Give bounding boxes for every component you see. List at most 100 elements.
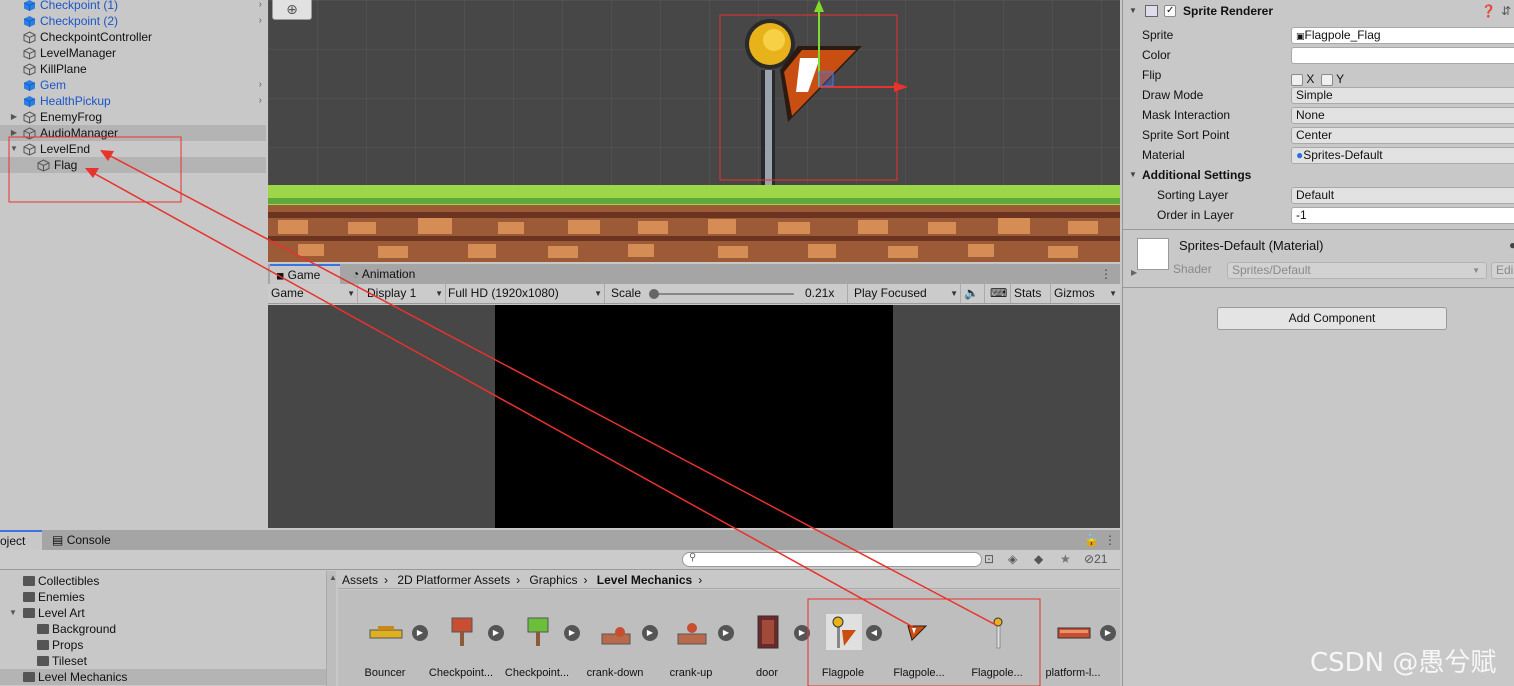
shader-dropdown[interactable]: Sprites/Default ▼: [1227, 262, 1487, 279]
folder-item[interactable]: Enemies: [0, 589, 326, 605]
scale-slider-track[interactable]: [654, 293, 794, 295]
game-mode-dropdown[interactable]: Game ▼: [268, 284, 358, 303]
hierarchy-item[interactable]: CheckpointController: [0, 29, 266, 45]
folder-item[interactable]: Props: [0, 637, 326, 653]
gizmos-dropdown[interactable]: Gizmos ▼: [1051, 284, 1119, 303]
sort-point-dropdown[interactable]: Center: [1291, 127, 1514, 144]
hierarchy-item[interactable]: ▶ AudioManager: [0, 125, 266, 141]
sorting-layer-dropdown[interactable]: Default: [1291, 187, 1514, 204]
mask-value: None: [1296, 108, 1325, 122]
tab-console[interactable]: ▤ Console: [46, 530, 126, 550]
asset-item[interactable]: ▶ door: [728, 590, 810, 686]
scale-slider-handle[interactable]: [649, 289, 659, 299]
folder-tree-scrollbar[interactable]: ▲: [326, 571, 337, 686]
order-in-layer-input[interactable]: -1: [1291, 207, 1514, 224]
asset-item[interactable]: ▶ crank-down: [576, 590, 658, 686]
chevron-right-icon[interactable]: ›: [259, 93, 262, 109]
tab-game[interactable]: ◼ Game: [270, 264, 340, 284]
color-swatch[interactable]: [1291, 47, 1514, 64]
hierarchy-item[interactable]: HealthPickup ›: [0, 93, 266, 109]
project-search-input[interactable]: ⚲: [682, 552, 982, 567]
tab-project-label: oject: [0, 534, 26, 548]
chevron-right-icon[interactable]: ›: [259, 77, 262, 93]
material-object-field[interactable]: ●Sprites-Default: [1291, 147, 1514, 164]
sprite-sort-point-row: Sprite Sort Point Center: [1123, 125, 1514, 145]
expand-sprite-icon[interactable]: ▶: [1100, 625, 1116, 641]
hierarchy-label: HealthPickup: [40, 94, 111, 108]
divider: [1123, 229, 1514, 230]
asset-item[interactable]: ▶ Bouncer: [346, 590, 428, 686]
asset-item[interactable]: Flagpole...: [958, 590, 1034, 686]
folder-item[interactable]: ▼ Level Art: [0, 605, 326, 621]
collapse-arrow-icon[interactable]: ▼: [9, 605, 17, 621]
game-mode-label: Game: [271, 286, 304, 300]
asset-item[interactable]: ▶ Checkpoint...: [422, 590, 504, 686]
speaker-icon: 🔈: [964, 286, 979, 300]
asset-item[interactable]: ▶ crank-up: [652, 590, 734, 686]
breadcrumb-item[interactable]: Assets: [342, 573, 378, 587]
folder-item[interactable]: Tileset: [0, 653, 326, 669]
additional-settings-header[interactable]: ▼ Additional Settings: [1123, 165, 1514, 185]
more-options-icon[interactable]: ⋮: [1100, 264, 1112, 284]
scene-orientation-button[interactable]: ⊕: [272, 0, 312, 20]
breadcrumb-item[interactable]: Level Mechanics: [597, 573, 692, 587]
collapse-arrow-icon[interactable]: ▼: [9, 141, 19, 157]
breadcrumb-item[interactable]: Graphics: [529, 573, 577, 587]
hierarchy-item[interactable]: Checkpoint (1) ›: [0, 0, 266, 13]
tab-project[interactable]: oject: [0, 530, 42, 550]
hierarchy-item[interactable]: Flag: [0, 157, 266, 173]
filter-type-icon[interactable]: ◈: [1008, 552, 1017, 566]
hidden-packages-button[interactable]: ⊘21: [1084, 552, 1107, 566]
stats-button[interactable]: Stats: [1011, 284, 1051, 303]
expand-arrow-icon[interactable]: ▶: [9, 125, 19, 141]
settings-icon[interactable]: ⇵: [1501, 1, 1511, 21]
hierarchy-item[interactable]: Gem ›: [0, 77, 266, 93]
sprite-object-field[interactable]: ▣Flagpole_Flag: [1291, 27, 1514, 44]
draw-mode-dropdown[interactable]: Simple: [1291, 87, 1514, 104]
display-dropdown[interactable]: Display 1 ▼: [364, 284, 446, 303]
mask-interaction-dropdown[interactable]: None: [1291, 107, 1514, 124]
shader-edit-button[interactable]: Edi: [1491, 262, 1514, 279]
more-options-icon[interactable]: ⋮: [1104, 530, 1116, 550]
asset-item[interactable]: ◀ Flagpole: [804, 590, 882, 686]
asset-name: Checkpoint...: [428, 667, 494, 679]
scene-view[interactable]: ⊕: [268, 0, 1120, 262]
game-view[interactable]: [268, 305, 1120, 528]
watermark: CSDN @愚兮赋: [1310, 648, 1497, 678]
folder-item[interactable]: Background: [0, 621, 326, 637]
keyboard-button[interactable]: ⌨: [987, 284, 1011, 303]
expand-arrow-icon[interactable]: ▶: [9, 109, 19, 125]
asset-item[interactable]: Flagpole...: [880, 590, 956, 686]
breadcrumb-item[interactable]: 2D Platformer Assets: [397, 573, 510, 587]
label-tag-icon[interactable]: ◆: [1034, 552, 1043, 566]
collapse-arrow-icon[interactable]: ▼: [1129, 1, 1137, 21]
collapse-arrow-icon[interactable]: ▼: [1129, 165, 1137, 185]
help-icon[interactable]: ❓: [1481, 1, 1496, 21]
hierarchy-item[interactable]: Checkpoint (2) ›: [0, 13, 266, 29]
component-header[interactable]: ▼ ✓ Sprite Renderer ❓ ⇵: [1123, 1, 1514, 21]
tab-animation[interactable]: ◔ Animation: [346, 264, 446, 284]
search-by-type-icon[interactable]: ⊡: [984, 552, 994, 566]
expand-arrow-icon[interactable]: ▶: [1131, 268, 1137, 277]
chevron-right-icon[interactable]: ›: [259, 13, 262, 29]
lock-icon[interactable]: 🔒: [1084, 530, 1099, 550]
hierarchy-item[interactable]: LevelManager: [0, 45, 266, 61]
hierarchy-item[interactable]: ▶ EnemyFrog: [0, 109, 266, 125]
asset-item[interactable]: ▶ platform-l...: [1034, 590, 1116, 686]
play-mode-dropdown[interactable]: Play Focused ▼: [851, 284, 961, 303]
hierarchy-item[interactable]: KillPlane: [0, 61, 266, 77]
scroll-up-icon[interactable]: ▲: [329, 573, 337, 582]
favorite-star-icon[interactable]: ★: [1060, 552, 1071, 566]
play-mode-label: Play Focused: [854, 286, 927, 300]
resolution-dropdown[interactable]: Full HD (1920x1080) ▼: [445, 284, 605, 303]
scale-control[interactable]: Scale 0.21x: [608, 284, 848, 303]
chevron-right-icon[interactable]: ›: [259, 0, 262, 13]
mute-audio-button[interactable]: 🔈: [961, 284, 985, 303]
component-enabled-checkbox[interactable]: ✓: [1164, 5, 1176, 17]
folder-item[interactable]: Collectibles: [0, 573, 326, 589]
folder-item[interactable]: Level Mechanics: [0, 669, 326, 685]
hierarchy-item[interactable]: ▼ LevelEnd: [0, 141, 266, 157]
asset-item[interactable]: ▶ Checkpoint...: [498, 590, 580, 686]
add-component-button[interactable]: Add Component: [1217, 307, 1447, 330]
help-icon[interactable]: ●: [1509, 238, 1514, 252]
